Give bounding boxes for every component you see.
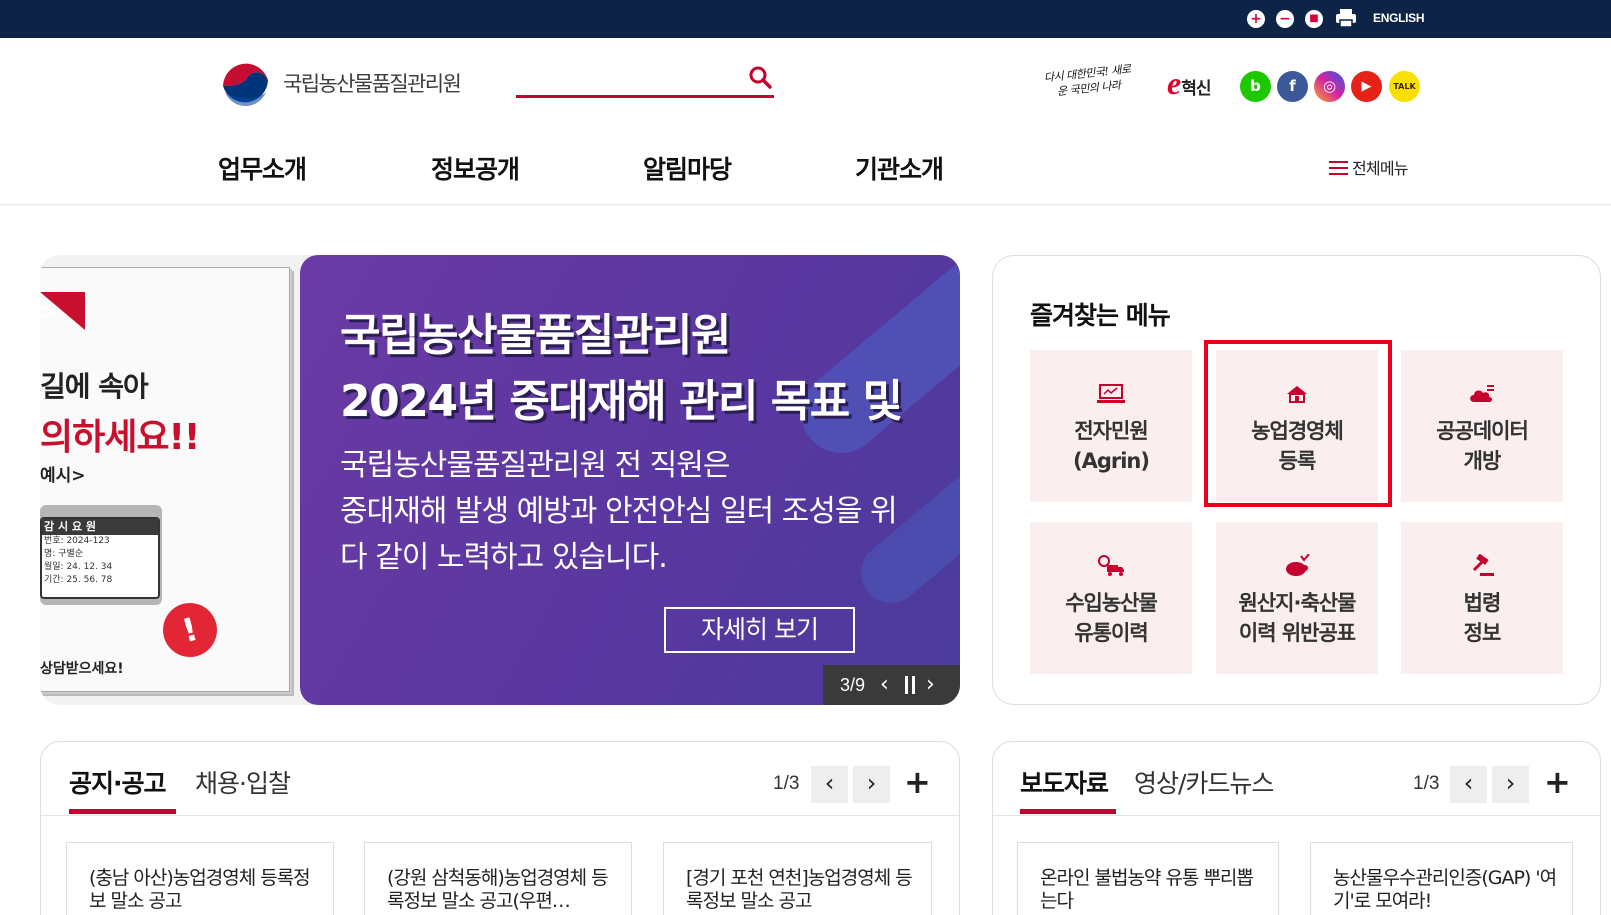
press-post-card[interactable]: 온라인 불법농약 유통 뿌리뽑는다 [1017,842,1279,915]
previous-slide[interactable]: > 길에 속아 의하세요!! 예시> 감 시 요 원 번호: 2024-123 … [40,255,302,705]
notice-more-plus-icon[interactable]: + [904,763,931,801]
all-menu-button[interactable]: 전체메뉴 [1329,155,1408,179]
e-innovation-mark: e [1167,65,1182,101]
banner-controls: 3/9 ‹ › [823,665,960,705]
board-divider [41,815,959,816]
id-card-line: 명: 구별순 [44,549,84,559]
tab-recruit[interactable]: 채용·입찰 [195,764,291,800]
globe-truck-icon [1098,555,1124,576]
fav-item-label: 전자민원 (Agrin) [1073,419,1150,473]
board-divider [993,815,1600,816]
search-icon[interactable] [748,65,774,91]
tab-active-indicator [1020,809,1116,814]
notice-post-card[interactable]: (강원 삼척동해)농업경영체 등록정보 말소 공고(우편… [364,842,632,915]
site-logo-text[interactable]: 국립농산물품질관리원 [283,68,462,98]
poster-id-card-inner: 감 시 요 원 번호: 2024-123 명: 구별순 월일: 24. 12. … [40,517,160,599]
print-icon[interactable] [1335,8,1357,28]
fav-item-label: 공공데이터 개방 [1436,419,1529,473]
pig-icon [1286,554,1310,576]
gnb-item-business[interactable]: 업무소개 [218,150,307,186]
fav-item-label: 수입농산물 유통이력 [1065,591,1158,645]
slide-counter: 3/9 [840,675,866,695]
notice-post-title: (충남 아산)농업경영체 등록정보 말소 공고 [89,867,311,912]
id-card-title: 감 시 요 원 [42,519,158,535]
slide-description: 국립농산물품질관리원 전 직원은 중대재해 발생 예방과 안전안심 일터 조성을… [340,443,898,581]
press-more-plus-icon[interactable]: + [1544,763,1571,801]
chevron-left-icon[interactable]: ‹ [811,766,848,803]
zoom-reset-button[interactable]: ■ [1305,10,1323,28]
gnb-divider [0,204,1611,205]
chevron-right-icon[interactable]: › [926,665,935,705]
current-slide[interactable]: 국립농산물품질관리원 2024년 중대재해 관리 목표 및 국립농산물품질관리원… [300,255,960,705]
blog-icon[interactable]: b [1240,71,1271,102]
cloud-data-icon [1470,385,1494,402]
slide-desc-line-3: 다 같이 노력하고 있습니다. [340,540,668,575]
e-innovation-logo[interactable]: e혁신 [1167,65,1211,101]
slide-title-line-1: 국립농산물품질관리원 [340,310,731,361]
poster-line-2: 의하세요!! [40,417,200,458]
poster-arrow-icon: > [40,300,59,325]
slide-title: 국립농산물품질관리원 2024년 중대재해 관리 목표 및 [340,303,903,435]
e-innovation-label: 혁신 [1181,79,1211,99]
favorite-menu-title: 즐겨찾는 메뉴 [1030,301,1171,330]
press-post-title: 농산물우수관리인증(GAP) '여기'로 모여라! [1333,867,1557,912]
poster-line-3: 예시> [40,466,86,486]
instagram-icon[interactable]: ◎ [1314,71,1345,102]
slide-desc-line-2: 중대재해 발생 예방과 안전안심 일터 조성을 위 [340,494,898,529]
gnb-item-information[interactable]: 정보공개 [431,150,520,186]
top-utility-bar: + − ■ ENGLISH [0,0,1611,38]
hamburger-icon [1329,160,1348,176]
english-link[interactable]: ENGLISH [1373,11,1425,25]
highlight-box [1204,340,1392,507]
notice-post-title: [경기 포천 연천]농업경영체 등록정보 말소 공고 [686,867,913,912]
chevron-right-icon[interactable]: › [853,766,890,803]
kakaotalk-icon[interactable]: TALK [1389,71,1420,102]
view-more-button[interactable]: 자세히 보기 [664,607,855,653]
taegeuk-logo-icon[interactable] [219,56,272,109]
fav-item-origin-violation[interactable]: 원산지·축산물 이력 위반공표 [1216,522,1378,674]
id-card-line: 월일: 24. 12. 34 [44,562,113,572]
main-banner: > 길에 속아 의하세요!! 예시> 감 시 요 원 번호: 2024-123 … [40,255,960,705]
gavel-icon [1472,554,1494,576]
press-page-counter: 1/3 [1413,773,1440,794]
tab-video-cardnews[interactable]: 영상/카드뉴스 [1134,764,1274,800]
laptop-icon [1097,384,1125,403]
tab-active-indicator [69,809,176,814]
chevron-left-icon[interactable]: ‹ [1450,766,1487,803]
fav-item-law-info[interactable]: 법령 정보 [1401,522,1563,674]
notice-post-card[interactable]: (충남 아산)농업경영체 등록정보 말소 공고 [66,842,334,915]
notice-post-title: (강원 삼척동해)농업경영체 등록정보 말소 공고(우편… [387,867,609,912]
chevron-right-icon[interactable]: › [1492,766,1529,803]
zoom-out-button[interactable]: − [1276,10,1294,28]
id-card-line: 기간: 25. 56. 78 [44,575,113,585]
slide-desc-line-1: 국립농산물품질관리원 전 직원은 [340,448,730,483]
poster-line-4: 상담받으세요! [40,661,124,677]
pause-icon[interactable] [905,676,915,694]
facebook-icon[interactable]: f [1277,71,1308,102]
gnb-item-about[interactable]: 기관소개 [855,150,944,186]
fav-item-import-distribution[interactable]: 수입농산물 유통이력 [1030,522,1192,674]
fav-item-public-data[interactable]: 공공데이터 개방 [1401,350,1563,502]
gnb-item-notice[interactable]: 알림마당 [643,150,732,186]
tab-press-release[interactable]: 보도자료 [1020,764,1109,800]
slogan-logo: 다시 대한민국! 새로운 국민의 나라 [1043,62,1132,99]
zoom-in-button[interactable]: + [1247,10,1265,28]
youtube-icon[interactable]: ▶ [1351,71,1382,102]
fav-item-label: 법령 정보 [1463,591,1502,645]
press-post-card[interactable]: 농산물우수관리인증(GAP) '여기'로 모여라! [1310,842,1573,915]
press-post-title: 온라인 불법농약 유통 뿌리뽑는다 [1040,867,1254,912]
search-input[interactable] [516,62,774,98]
fav-item-e-civil-service[interactable]: 전자민원 (Agrin) [1030,350,1192,502]
all-menu-label: 전체메뉴 [1352,159,1408,178]
notice-post-card[interactable]: [경기 포천 연천]농업경영체 등록정보 말소 공고 [663,842,932,915]
notice-page-counter: 1/3 [773,773,800,794]
poster-line-1: 길에 속아 [40,370,149,403]
slide-title-line-2: 2024년 중대재해 관리 목표 및 [340,376,903,427]
tab-notice[interactable]: 공지·공고 [69,764,166,800]
fav-item-label: 원산지·축산물 이력 위반공표 [1238,591,1357,645]
poster-id-card: 감 시 요 원 번호: 2024-123 명: 구별순 월일: 24. 12. … [40,505,162,605]
chevron-left-icon[interactable]: ‹ [880,665,889,705]
id-card-line: 번호: 2024-123 [44,536,110,546]
